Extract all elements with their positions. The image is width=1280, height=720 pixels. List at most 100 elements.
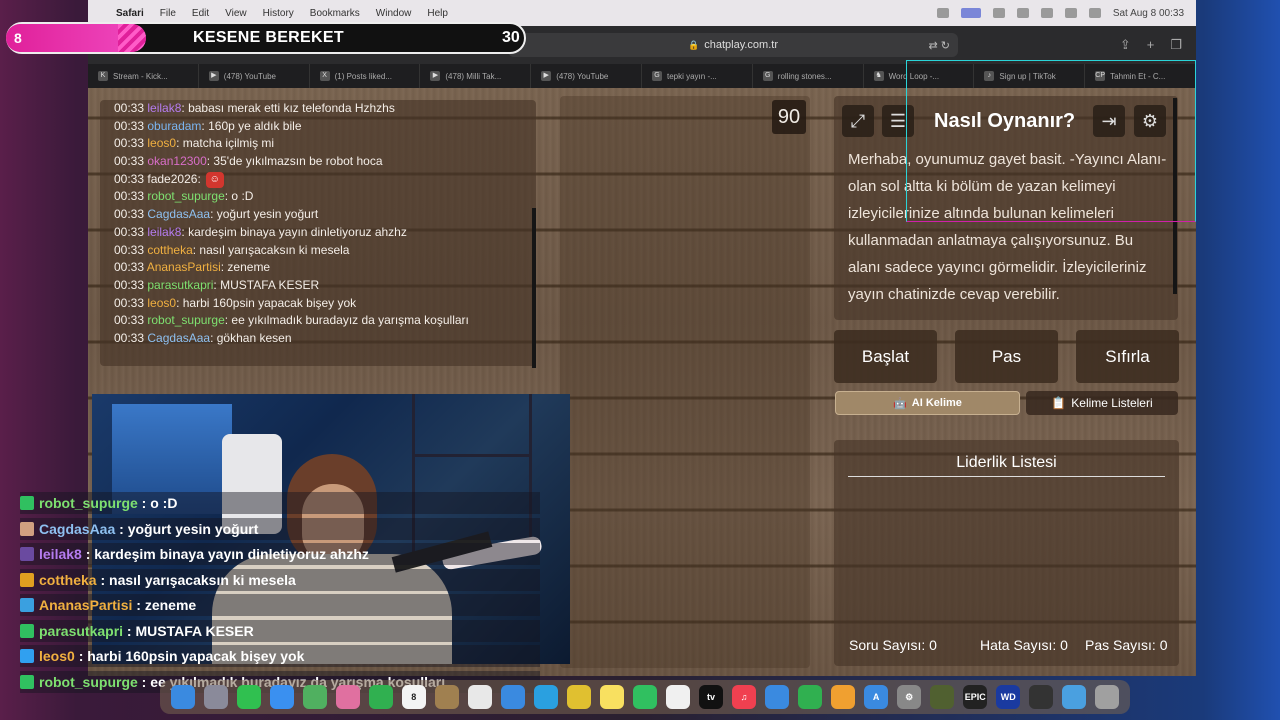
menu-file[interactable]: File	[160, 8, 176, 19]
chat-time: 00:33	[114, 242, 145, 257]
chat-username[interactable]: robot_supurge	[147, 189, 224, 203]
overlay-chat-text: : yoğurt yesin yoğurt	[115, 520, 259, 537]
chat-username[interactable]: fade2026	[147, 172, 197, 186]
chat-username[interactable]: okan12300	[147, 154, 206, 168]
cloud-icon[interactable]	[992, 8, 1005, 18]
calendar-icon[interactable]: 8	[401, 685, 426, 709]
address-bar[interactable]: 🔒 chatplay.com.tr ⇄ ↻	[508, 33, 958, 57]
chat-username[interactable]: AnanasPartisi	[147, 260, 221, 274]
pass-button[interactable]: Pas	[955, 330, 1058, 383]
photos-icon[interactable]	[335, 685, 360, 709]
music-icon[interactable]: ♫	[732, 685, 757, 709]
chat-time: 00:33	[114, 189, 145, 204]
menu-bookmarks[interactable]: Bookmarks	[310, 8, 360, 19]
tab-favicon-icon: G	[651, 71, 662, 81]
chat-username[interactable]: leilak8	[147, 225, 181, 239]
freeform-icon[interactable]	[665, 685, 690, 709]
chat-message: 00:33 oburadam: 160p ye aldık bile	[114, 118, 536, 136]
chat-text: : nasıl yarışacaksın ki mesela	[192, 242, 350, 257]
browser-tab[interactable]: ▶ (478) YouTube	[199, 64, 310, 88]
screen-share-icon[interactable]	[960, 8, 981, 18]
share-icon[interactable]: ⇪	[1120, 37, 1131, 53]
overlay-chat-username: robot_supurge	[39, 495, 138, 511]
chat-username[interactable]: leos0	[147, 296, 176, 310]
chat-message: 00:33 fade2026: ☺	[114, 171, 536, 189]
chat-username[interactable]: robot_supurge	[147, 313, 224, 327]
wifi-icon[interactable]	[1040, 8, 1053, 18]
game-icon[interactable]	[930, 685, 955, 709]
browser-tab[interactable]: K Stream - Kick...	[88, 64, 199, 88]
chat-username[interactable]: CagdasAaa	[147, 207, 210, 221]
notes-icon[interactable]	[599, 685, 624, 709]
reload-icon[interactable]: ⇄ ↻	[929, 39, 951, 52]
launchpad-icon[interactable]	[203, 685, 228, 709]
chat-username[interactable]: CagdasAaa	[147, 331, 210, 345]
menu-view[interactable]: View	[225, 8, 247, 19]
word-lists-button[interactable]: 📋 Kelime Listeleri	[1026, 391, 1178, 415]
chat-time: 00:33	[114, 207, 145, 222]
chat-scrollbar[interactable]	[532, 208, 536, 368]
chrome-icon[interactable]	[566, 685, 591, 709]
settings-icon[interactable]: ⚙	[897, 685, 922, 709]
tab-favicon-icon: K	[98, 71, 108, 81]
browser-tab[interactable]: Gtepki yayın -...	[642, 64, 753, 88]
chat-time: 00:33	[114, 330, 145, 345]
leaderboard-divider	[848, 476, 1165, 477]
reminders-icon[interactable]	[467, 685, 492, 709]
search-icon[interactable]	[1064, 8, 1077, 18]
chat-username[interactable]: leilak8	[147, 101, 181, 115]
fullscreen-icon[interactable]: ⤢	[842, 105, 874, 137]
browser-tab[interactable]: Grolling stones...	[753, 64, 864, 88]
safari-icon[interactable]	[500, 685, 525, 709]
notes-folder-icon[interactable]	[434, 685, 459, 709]
chat-username[interactable]: cottheka	[147, 243, 192, 257]
browser-tab[interactable]: ▶ (478) Milli Tak...	[420, 64, 532, 88]
appstore-icon[interactable]: A	[864, 685, 889, 709]
keynote-icon[interactable]	[765, 685, 790, 709]
chat-username[interactable]: leos0	[147, 136, 176, 150]
epic-games-icon[interactable]: EPIC	[963, 685, 988, 709]
chat-text: : kardeşim binaya yayın dinletiyoruz ahz…	[181, 224, 407, 239]
lock-icon: 🔒	[688, 39, 700, 50]
overlay-chat-text: : harbi 160psin yapacak bişey yok	[74, 648, 305, 664]
pages-icon[interactable]	[831, 685, 856, 709]
ai-word-button[interactable]: 🤖 AI Kelime	[835, 391, 1020, 415]
menu-window[interactable]: Window	[376, 8, 412, 19]
telegram-icon[interactable]	[533, 685, 558, 709]
mail-icon[interactable]	[269, 685, 294, 709]
user-badge-icon	[20, 649, 34, 663]
numbers-icon[interactable]	[798, 685, 823, 709]
browser-tab[interactable]: X (1) Posts liked...	[310, 64, 421, 88]
score-value: 8	[14, 30, 22, 46]
maps-icon[interactable]	[302, 685, 327, 709]
finder-icon[interactable]	[170, 685, 195, 709]
trash-icon[interactable]	[1095, 685, 1120, 709]
control-center-icon[interactable]	[1088, 8, 1101, 18]
downloads-folder-icon[interactable]	[1062, 685, 1087, 709]
menu-help[interactable]: Help	[427, 8, 448, 19]
tab-label: Stream - Kick...	[113, 71, 168, 81]
menubar-clock[interactable]: Sat Aug 8 00:33	[1113, 8, 1184, 19]
overlay-chat-text: : kardeşim binaya yayın dinletiyoruz ahz…	[81, 546, 369, 562]
wd-icon[interactable]: WD	[996, 685, 1021, 709]
start-button[interactable]: Başlat	[834, 330, 937, 383]
whatsapp-icon[interactable]	[632, 685, 657, 709]
user-badge-icon	[20, 572, 34, 587]
browser-tab[interactable]: ▶ (478) YouTube	[531, 64, 642, 88]
chat-text: : harbi 160psin yapacak bişey yok	[176, 295, 357, 310]
menu-history[interactable]: History	[263, 8, 294, 19]
reset-button[interactable]: Sıfırla	[1076, 330, 1179, 383]
menu-app-name[interactable]: Safari	[116, 8, 144, 19]
tab-favicon-icon: ▶	[541, 71, 552, 81]
status-icon[interactable]	[936, 8, 949, 18]
chat-username[interactable]: parasutkapri	[147, 278, 213, 292]
obs-icon[interactable]	[1029, 685, 1054, 709]
facetime-icon[interactable]	[368, 685, 393, 709]
battery-icon[interactable]	[1016, 8, 1029, 18]
chat-username[interactable]: oburadam	[147, 119, 201, 133]
menu-edit[interactable]: Edit	[192, 8, 209, 19]
tab-overview-icon[interactable]: ❐	[1170, 37, 1182, 53]
new-tab-icon[interactable]: +	[1147, 37, 1155, 53]
appletv-icon[interactable]: tv	[699, 685, 724, 709]
messages-icon[interactable]	[236, 685, 261, 709]
